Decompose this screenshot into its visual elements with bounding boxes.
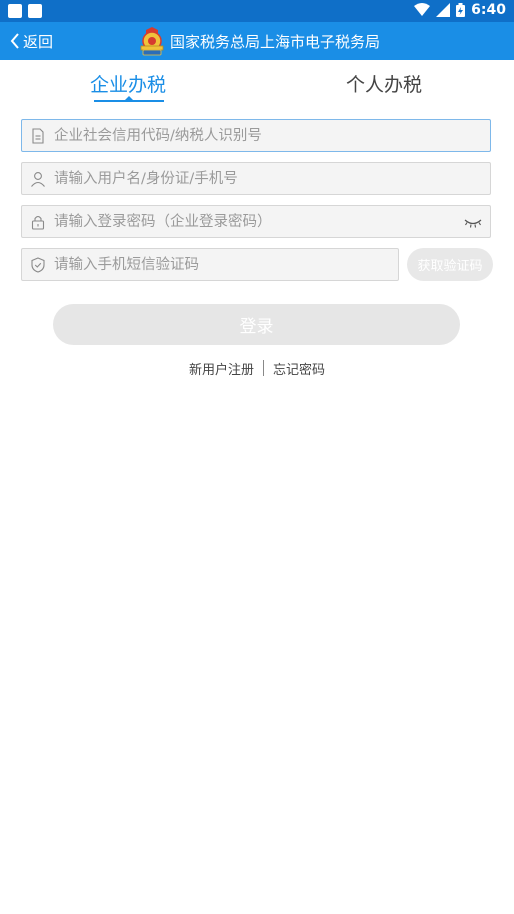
- wifi-icon: [414, 3, 431, 16]
- notification-icon: [28, 4, 42, 18]
- back-button[interactable]: 返回: [10, 22, 53, 60]
- login-type-tabs: 企业办税 个人办税: [0, 60, 514, 104]
- app-header: 返回 国家税务总局上海市电子税务局: [0, 22, 514, 60]
- username-input[interactable]: [54, 163, 474, 194]
- shield-icon: [31, 257, 45, 273]
- chevron-left-icon: [10, 33, 19, 49]
- eye-closed-icon[interactable]: [464, 215, 482, 229]
- sms-code-input[interactable]: [54, 249, 384, 280]
- forgot-password-link[interactable]: 忘记密码: [273, 359, 325, 378]
- active-tab-caret: [125, 96, 133, 100]
- register-link[interactable]: 新用户注册: [189, 359, 254, 378]
- lock-icon: [31, 215, 45, 230]
- auth-links: 新用户注册 忘记密码: [0, 359, 514, 378]
- credit-code-field: [21, 119, 491, 152]
- back-label: 返回: [23, 32, 54, 51]
- active-tab-indicator: [94, 100, 164, 102]
- signal-icon: [436, 3, 451, 17]
- notification-icons: [8, 4, 42, 18]
- page-title: 国家税务总局上海市电子税务局: [170, 32, 381, 51]
- link-divider: [263, 360, 264, 376]
- tax-emblem-icon: [140, 27, 164, 56]
- get-sms-code-button[interactable]: 获取验证码: [407, 248, 493, 281]
- username-field: [21, 162, 491, 195]
- system-indicators: 6:40: [414, 2, 506, 18]
- password-input[interactable]: [54, 206, 474, 237]
- battery-icon: [456, 3, 466, 17]
- document-icon: [32, 128, 44, 144]
- notification-icon: [8, 4, 22, 18]
- status-time: 6:40: [471, 2, 506, 18]
- status-bar: 6:40: [0, 0, 514, 22]
- header-title-group: 国家税务总局上海市电子税务局: [138, 22, 380, 60]
- user-icon: [31, 172, 45, 187]
- login-button[interactable]: 登录: [53, 304, 460, 345]
- sms-code-field: [21, 248, 399, 281]
- credit-code-input[interactable]: [54, 120, 474, 151]
- password-field: [21, 205, 491, 238]
- tab-personal[interactable]: 个人办税: [346, 70, 422, 97]
- tab-enterprise[interactable]: 企业办税: [90, 70, 166, 97]
